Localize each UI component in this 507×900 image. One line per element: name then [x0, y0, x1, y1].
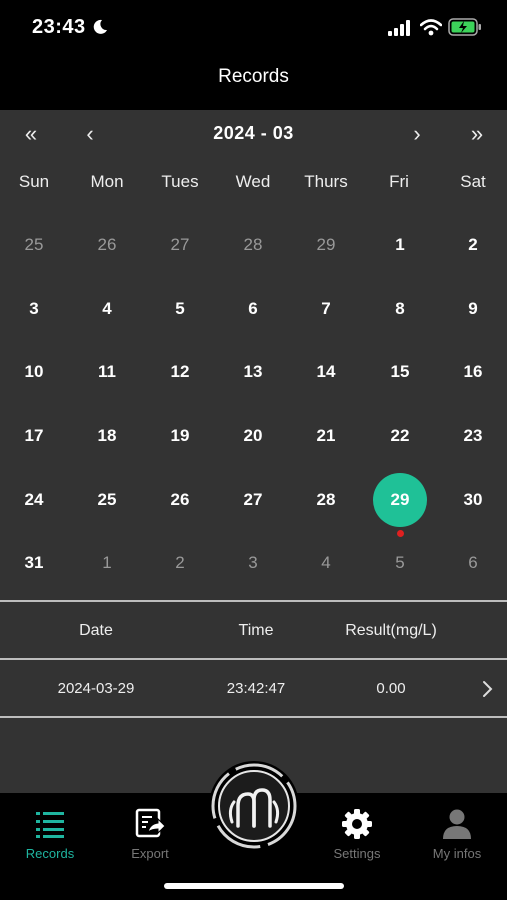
person-icon: [443, 809, 471, 839]
calendar-day[interactable]: 6: [446, 536, 500, 590]
tab-my-infos[interactable]: My infos: [412, 808, 502, 868]
calendar-day[interactable]: 25: [80, 473, 134, 527]
divider: [0, 658, 507, 660]
prev-month-button[interactable]: ‹: [72, 120, 108, 148]
home-indicator: [164, 883, 344, 889]
calendar-day[interactable]: 17: [7, 409, 61, 463]
record-result: 0.00: [376, 680, 406, 697]
record-date: 2024-03-29: [57, 680, 135, 697]
tab-export[interactable]: Export: [105, 808, 195, 868]
column-header-date: Date: [79, 622, 113, 639]
calendar-day[interactable]: 14: [299, 345, 353, 399]
calendar-day[interactable]: 31: [7, 536, 61, 590]
calendar-day[interactable]: 16: [446, 345, 500, 399]
chevron-right-icon[interactable]: [478, 678, 498, 700]
calendar-day[interactable]: 30: [446, 473, 500, 527]
calendar-day[interactable]: 2: [446, 218, 500, 272]
calendar-day[interactable]: 27: [153, 218, 207, 272]
calendar-day[interactable]: 4: [80, 282, 134, 336]
page-title: Records: [218, 66, 289, 87]
weekday-label: Fri: [389, 172, 409, 191]
divider: [0, 716, 507, 718]
calendar-day-selected[interactable]: 29: [373, 473, 427, 527]
tab-label: Settings: [333, 846, 381, 861]
calendar-day[interactable]: 6: [226, 282, 280, 336]
calendar-day[interactable]: 24: [7, 473, 61, 527]
calendar-day[interactable]: 19: [153, 409, 207, 463]
calendar-day[interactable]: 15: [373, 345, 427, 399]
column-header-time: Time: [238, 622, 274, 639]
next-month-button[interactable]: ›: [399, 120, 435, 148]
calendar-day[interactable]: 11: [80, 345, 134, 399]
measure-logo-button[interactable]: [208, 760, 300, 852]
tab-label: Records: [25, 846, 75, 861]
calendar-day[interactable]: 5: [373, 536, 427, 590]
gear-icon: [342, 809, 372, 839]
weekday-label: Sun: [18, 172, 50, 191]
next-year-button[interactable]: »: [459, 120, 495, 148]
battery-charging-icon: [448, 18, 481, 36]
weekday-label: Wed: [235, 172, 271, 191]
weekday-label: Thurs: [304, 172, 348, 191]
wifi-icon: [420, 19, 442, 36]
record-time: 23:42:47: [226, 680, 286, 697]
calendar-day[interactable]: 25: [7, 218, 61, 272]
moon-icon: [93, 19, 107, 34]
export-icon: [135, 808, 166, 838]
weekday-label: Mon: [90, 172, 124, 191]
month-label: 2024 - 03: [213, 123, 294, 143]
tab-records[interactable]: Records: [5, 808, 95, 868]
prev-year-button[interactable]: «: [13, 120, 49, 148]
weekday-label: Tues: [161, 172, 199, 191]
calendar-day[interactable]: 28: [299, 473, 353, 527]
weekday-label: Sat: [460, 172, 486, 191]
calendar-day[interactable]: 29: [299, 218, 353, 272]
tab-label: My infos: [432, 846, 482, 861]
list-icon: [36, 812, 64, 838]
cellular-signal-icon: [388, 20, 410, 36]
calendar-day[interactable]: 23: [446, 409, 500, 463]
calendar-day[interactable]: 4: [299, 536, 353, 590]
calendar-day[interactable]: 8: [373, 282, 427, 336]
tab-settings[interactable]: Settings: [312, 808, 402, 868]
status-time: 23:43: [32, 16, 86, 38]
calendar-day[interactable]: 21: [299, 409, 353, 463]
tab-label: Export: [131, 846, 169, 861]
calendar-day[interactable]: 28: [226, 218, 280, 272]
calendar-day[interactable]: 18: [80, 409, 134, 463]
calendar-day[interactable]: 12: [153, 345, 207, 399]
calendar-day[interactable]: 3: [7, 282, 61, 336]
calendar-day[interactable]: 9: [446, 282, 500, 336]
calendar-day[interactable]: 27: [226, 473, 280, 527]
calendar-day[interactable]: 10: [7, 345, 61, 399]
calendar-day[interactable]: 1: [80, 536, 134, 590]
calendar-day[interactable]: 13: [226, 345, 280, 399]
calendar-day[interactable]: 26: [80, 218, 134, 272]
calendar-day[interactable]: 26: [153, 473, 207, 527]
calendar-day[interactable]: 7: [299, 282, 353, 336]
calendar-day[interactable]: 20: [226, 409, 280, 463]
calendar-day[interactable]: 3: [226, 536, 280, 590]
calendar-day[interactable]: 5: [153, 282, 207, 336]
calendar-day[interactable]: 1: [373, 218, 427, 272]
divider: [0, 600, 507, 602]
calendar-day[interactable]: 22: [373, 409, 427, 463]
column-header-result: Result(mg/L): [345, 622, 437, 639]
calendar-day[interactable]: 2: [153, 536, 207, 590]
